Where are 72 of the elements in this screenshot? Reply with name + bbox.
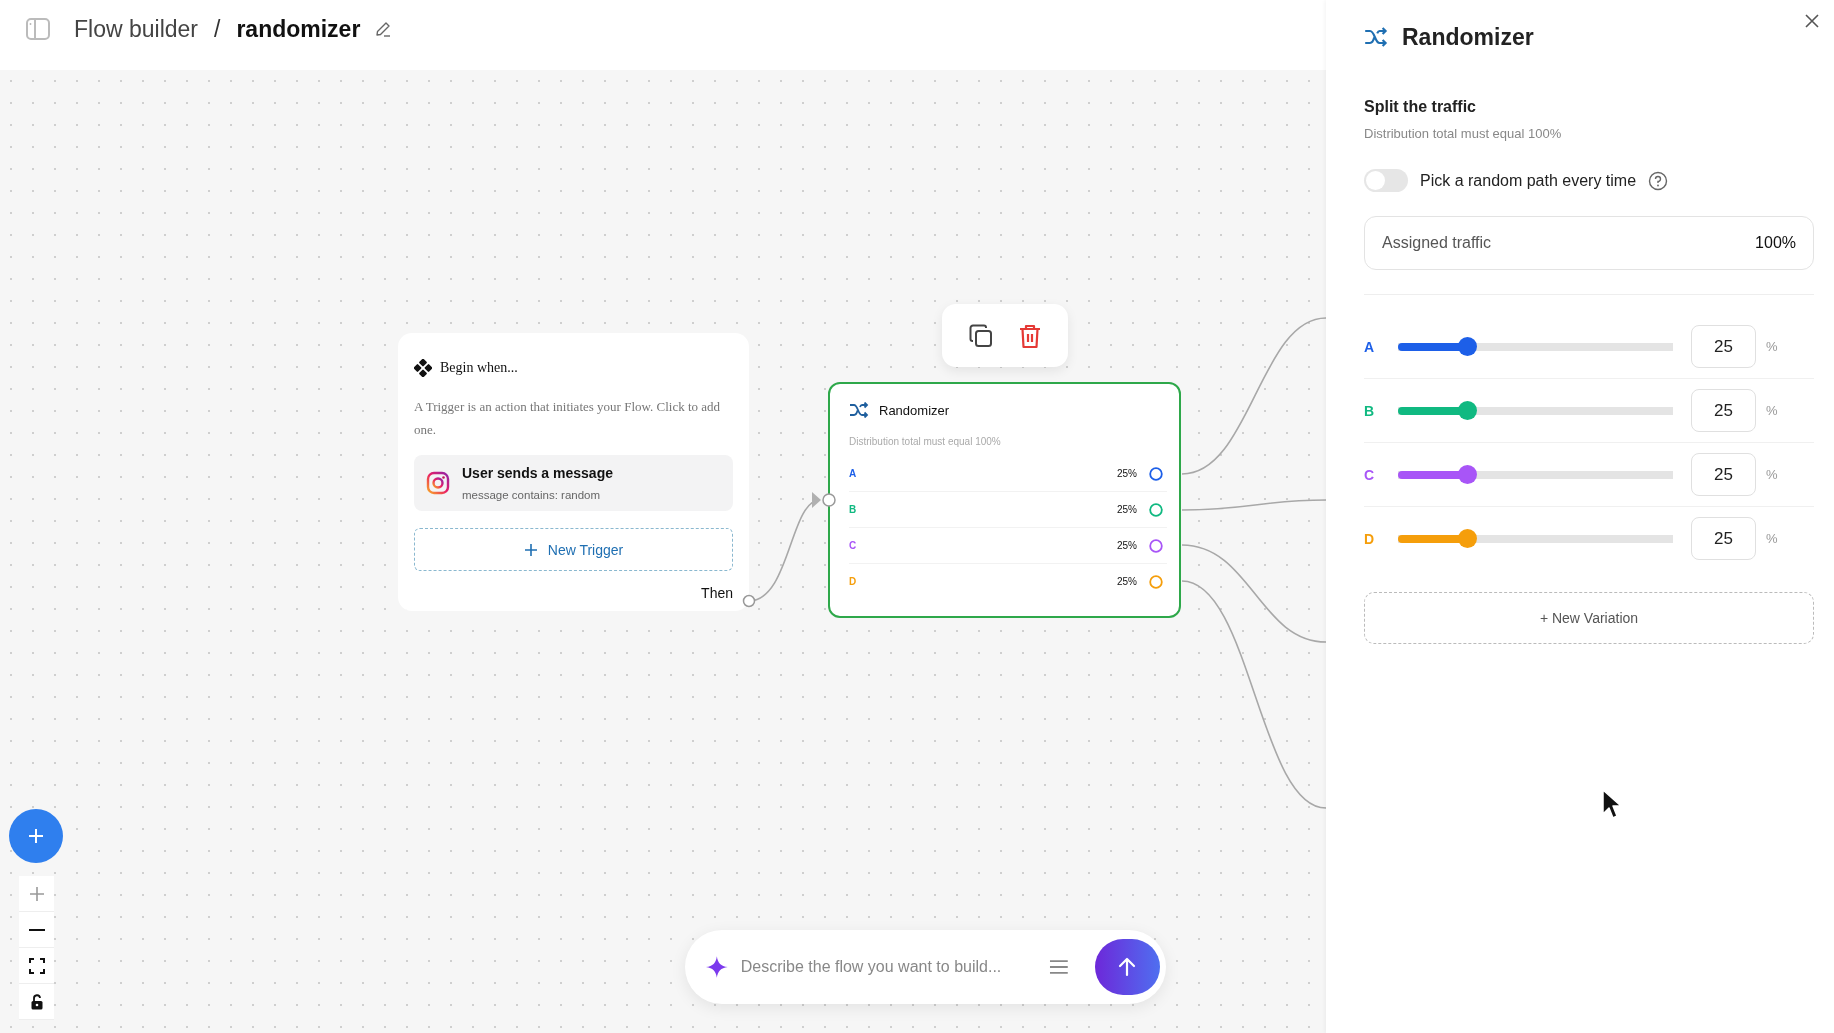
path-label: B bbox=[849, 504, 858, 515]
breadcrumb-link[interactable]: Flow builder bbox=[74, 15, 198, 43]
percent-field[interactable]: 25 bbox=[1691, 325, 1756, 368]
shuffle-icon bbox=[849, 402, 869, 418]
toggle-switch[interactable] bbox=[1364, 169, 1408, 192]
breadcrumb-separator: / bbox=[214, 15, 221, 43]
edit-icon[interactable] bbox=[374, 20, 393, 38]
plus-icon bbox=[27, 827, 45, 845]
path-label: D bbox=[849, 576, 858, 587]
fit-view-icon bbox=[28, 957, 45, 974]
menu-icon[interactable] bbox=[1049, 959, 1069, 975]
diamond-cluster-icon bbox=[414, 359, 432, 377]
minus-icon bbox=[28, 928, 45, 931]
variation-label: D bbox=[1364, 530, 1376, 547]
assigned-traffic-label: Assigned traffic bbox=[1382, 234, 1492, 252]
new-trigger-button[interactable]: New Trigger bbox=[414, 528, 733, 571]
path-label: A bbox=[849, 468, 858, 479]
new-variation-button[interactable]: + New Variation bbox=[1364, 592, 1814, 644]
prompt-field[interactable]: Describe the flow you want to build... bbox=[740, 958, 1038, 976]
close-icon[interactable] bbox=[1804, 13, 1820, 29]
trigger-card-title: Begin when... bbox=[440, 360, 518, 376]
variation-label: A bbox=[1364, 338, 1376, 355]
percent-field[interactable]: 25 bbox=[1691, 389, 1756, 432]
trigger-description: A Trigger is an action that initiates your Flow. Click to add one. bbox=[414, 398, 722, 439]
path-share: 25% bbox=[1117, 576, 1137, 587]
shuffle-icon bbox=[1364, 27, 1388, 47]
toggle-label: Pick a random path every time bbox=[1420, 171, 1637, 190]
percent-unit: % bbox=[1766, 467, 1778, 482]
output-port[interactable] bbox=[1149, 538, 1163, 553]
percent-unit: % bbox=[1766, 339, 1778, 354]
then-label: Then bbox=[701, 585, 733, 601]
input-handle[interactable] bbox=[821, 492, 837, 508]
plus-icon bbox=[27, 884, 46, 903]
send-button[interactable] bbox=[1094, 939, 1160, 995]
copy-icon[interactable] bbox=[968, 322, 994, 349]
output-port[interactable] bbox=[1149, 502, 1163, 517]
path-share: 25% bbox=[1117, 504, 1137, 515]
slider-thumb[interactable] bbox=[1457, 529, 1477, 548]
percent-unit: % bbox=[1766, 531, 1778, 546]
path-label: C bbox=[849, 540, 858, 551]
trigger-card[interactable]: Begin when... A Trigger is an action that initiates your Flow. Click to add one. User sends a message message contains: random New Trigger Then bbox=[398, 333, 749, 611]
path-share: 25% bbox=[1117, 540, 1137, 551]
percent-field[interactable]: 25 bbox=[1691, 453, 1756, 496]
trigger-item[interactable]: User sends a message message contains: random bbox=[414, 455, 733, 511]
percent-field[interactable]: 25 bbox=[1691, 517, 1756, 560]
trigger-title: User sends a message bbox=[462, 465, 613, 481]
panel-title: Randomizer bbox=[1402, 23, 1534, 51]
section-subtitle: Distribution total must equal 100% bbox=[1364, 126, 1563, 141]
trigger-condition: message contains: random bbox=[462, 489, 602, 501]
output-port[interactable] bbox=[1149, 466, 1163, 481]
sidebar-toggle-icon[interactable] bbox=[26, 18, 50, 40]
sparkle-icon bbox=[705, 955, 729, 979]
slider-thumb[interactable] bbox=[1457, 465, 1477, 484]
variation-label: C bbox=[1364, 466, 1376, 483]
assigned-traffic-value: 100% bbox=[1755, 234, 1796, 252]
arrow-icon bbox=[812, 492, 821, 508]
path-share: 25% bbox=[1117, 468, 1137, 479]
flow-title: randomizer bbox=[236, 15, 361, 43]
variation-label: B bbox=[1364, 402, 1376, 419]
randomizer-node[interactable]: Randomizer Distribution total must equal 100% A 25% B 25% C 25% D 25% bbox=[828, 382, 1181, 618]
delete-icon[interactable] bbox=[1018, 322, 1042, 349]
plus-icon bbox=[523, 542, 538, 557]
node-subtitle: Distribution total must equal 100% bbox=[849, 436, 1002, 447]
output-handle[interactable] bbox=[742, 594, 756, 608]
slider-thumb[interactable] bbox=[1457, 337, 1477, 356]
help-icon[interactable] bbox=[1648, 170, 1669, 191]
slider-thumb[interactable] bbox=[1457, 401, 1477, 420]
camera-app-icon bbox=[426, 471, 450, 495]
section-heading: Split the traffic bbox=[1364, 98, 1477, 116]
lock-icon bbox=[29, 993, 44, 1010]
node-title: Randomizer bbox=[879, 402, 950, 418]
percent-unit: % bbox=[1766, 403, 1778, 418]
